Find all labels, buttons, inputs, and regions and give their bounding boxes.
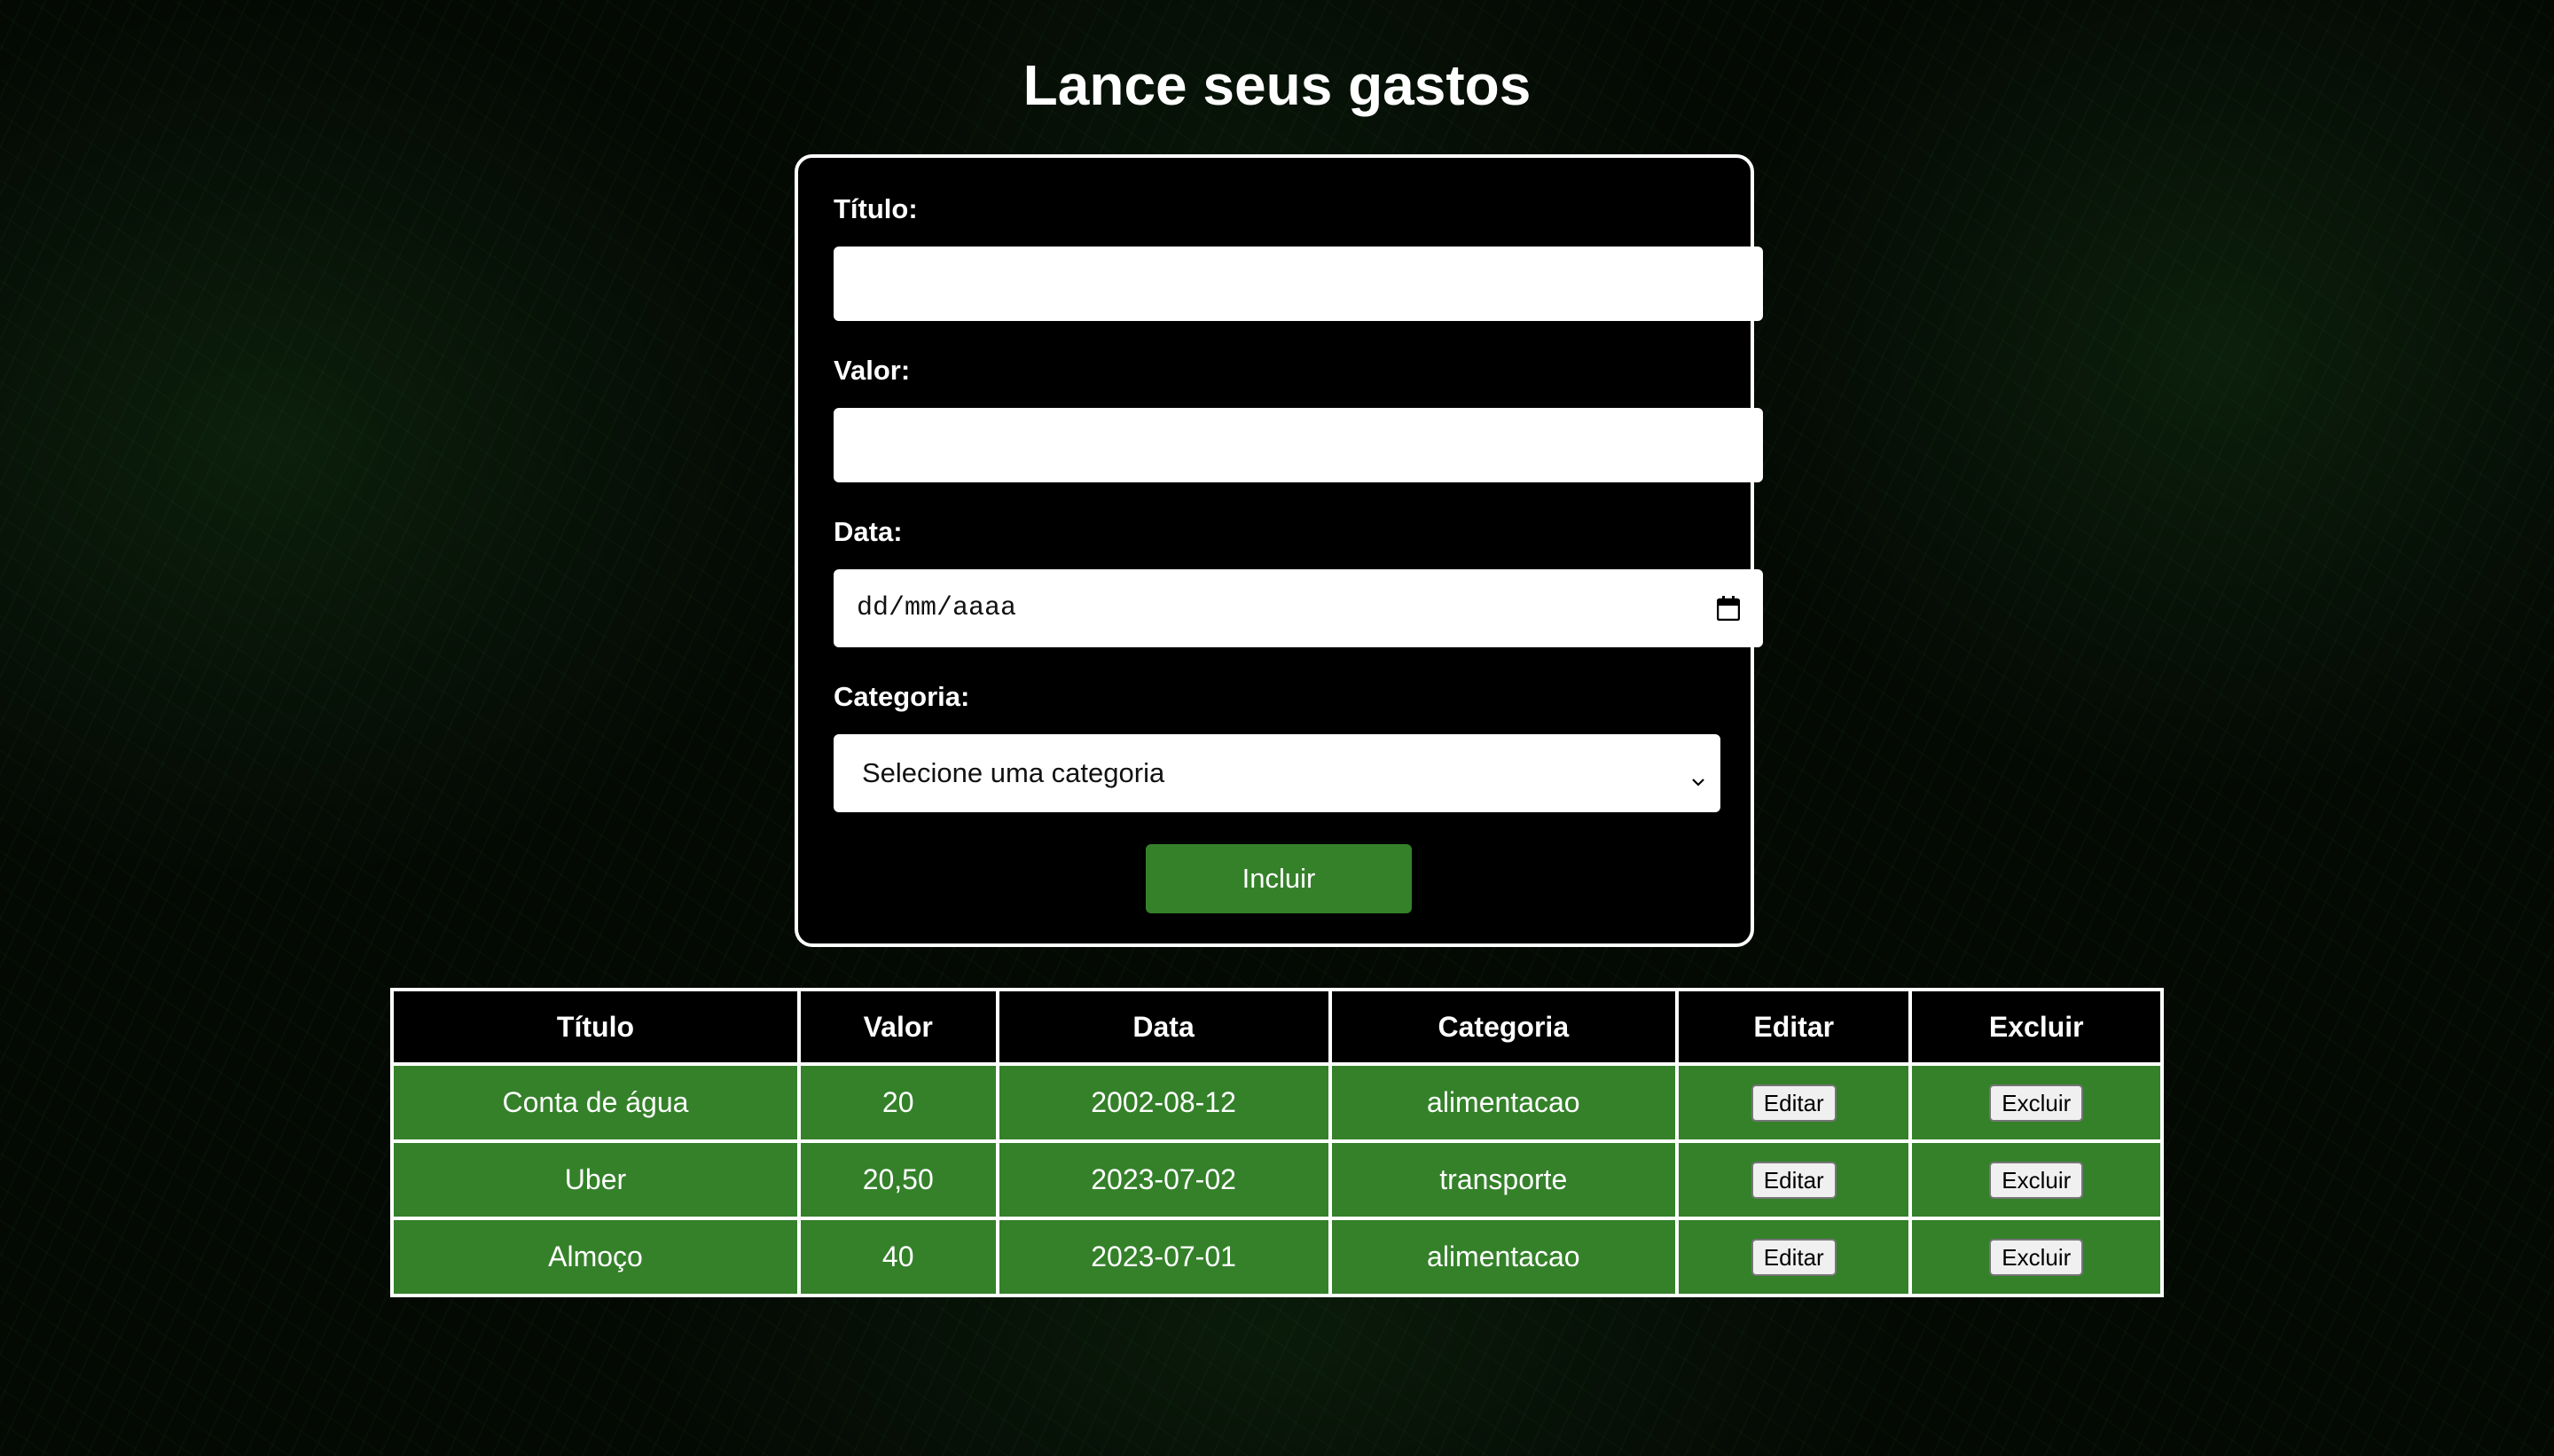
delete-button[interactable]: Excluir (1989, 1161, 2084, 1199)
edit-button[interactable]: Editar (1751, 1238, 1837, 1276)
cell-excluir: Excluir (1908, 1139, 2164, 1220)
table-row: Conta de água 20 2002-08-12 alimentacao … (390, 1062, 2164, 1143)
categoria-label: Categoria: (834, 681, 970, 712)
cell-valor: 40 (796, 1217, 999, 1297)
column-header-valor: Valor (796, 988, 999, 1066)
categoria-select[interactable]: Selecione uma categoria (834, 734, 1720, 812)
cell-titulo: Conta de água (390, 1062, 801, 1143)
cell-editar: Editar (1674, 1139, 1913, 1220)
cell-titulo: Almoço (390, 1217, 801, 1297)
cell-data: 2002-08-12 (995, 1062, 1332, 1143)
valor-label: Valor: (834, 355, 911, 386)
calendar-icon[interactable] (1716, 596, 1741, 622)
table-row: Uber 20,50 2023-07-02 transporte Editar … (390, 1139, 2164, 1220)
cell-excluir: Excluir (1908, 1217, 2164, 1297)
titulo-input[interactable] (834, 247, 1763, 321)
incluir-button[interactable]: Incluir (1146, 844, 1412, 913)
categoria-selected-value: Selecione uma categoria (862, 757, 1165, 788)
data-input[interactable]: dd/mm/aaaa (834, 569, 1763, 647)
page-title: Lance seus gastos (1022, 53, 1532, 117)
cell-data: 2023-07-02 (995, 1139, 1332, 1220)
column-header-data: Data (995, 988, 1332, 1066)
cell-excluir: Excluir (1908, 1062, 2164, 1143)
column-header-categoria: Categoria (1328, 988, 1679, 1066)
table-header-row: Título Valor Data Categoria Editar Exclu… (390, 988, 2164, 1066)
valor-input[interactable] (834, 408, 1763, 482)
column-header-titulo: Título (390, 988, 801, 1066)
column-header-excluir: Excluir (1908, 988, 2164, 1066)
data-label: Data: (834, 516, 903, 547)
cell-valor: 20,50 (796, 1139, 999, 1220)
delete-button[interactable]: Excluir (1989, 1238, 2084, 1276)
data-placeholder: dd/mm/aaaa (857, 593, 1017, 623)
chevron-down-icon (1690, 765, 1706, 787)
column-header-editar: Editar (1674, 988, 1913, 1066)
delete-button[interactable]: Excluir (1989, 1084, 2084, 1122)
cell-editar: Editar (1674, 1062, 1913, 1143)
cell-categoria: alimentacao (1328, 1062, 1679, 1143)
expenses-table: Título Valor Data Categoria Editar Exclu… (390, 988, 2164, 1297)
edit-button[interactable]: Editar (1751, 1161, 1837, 1199)
cell-data: 2023-07-01 (995, 1217, 1332, 1297)
expense-form: Título: Valor: Data: dd/mm/aaaa Categori… (795, 154, 1763, 947)
page-background: Lance seus gastos Título: Valor: Data: d… (0, 0, 2554, 1456)
cell-titulo: Uber (390, 1139, 801, 1220)
cell-categoria: transporte (1328, 1139, 1679, 1220)
titulo-label: Título: (834, 193, 918, 224)
cell-valor: 20 (796, 1062, 999, 1143)
cell-editar: Editar (1674, 1217, 1913, 1297)
cell-categoria: alimentacao (1328, 1217, 1679, 1297)
table-row: Almoço 40 2023-07-01 alimentacao Editar … (390, 1217, 2164, 1297)
edit-button[interactable]: Editar (1751, 1084, 1837, 1122)
